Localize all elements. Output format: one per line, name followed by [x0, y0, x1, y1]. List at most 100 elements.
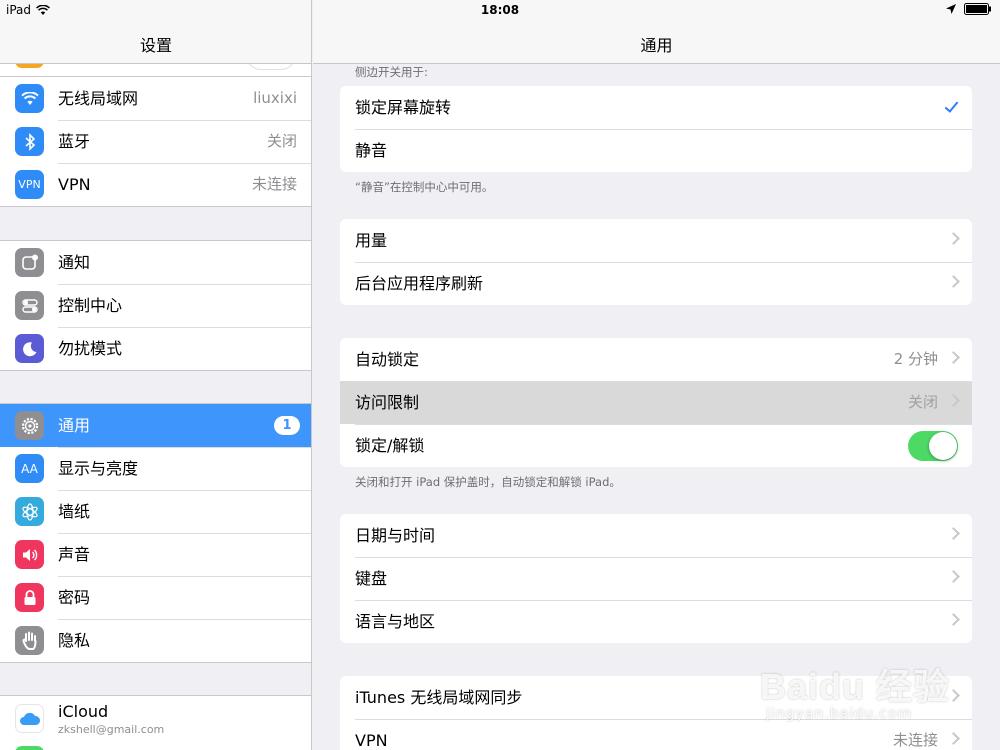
sidebar-item-icloud[interactable]: iCloud zkshell@gmail.com [0, 696, 311, 742]
sidebar-item-display-brightness[interactable]: AA 显示与亮度 [0, 447, 311, 490]
checkmark-icon [944, 98, 959, 113]
sidebar-item-label: VPN [58, 175, 91, 194]
row-label: 锁定屏幕旋转 [355, 98, 452, 117]
sidebar-group-icloud: iCloud zkshell@gmail.com [0, 695, 311, 750]
option-lock-rotation[interactable]: 锁定屏幕旋转 [340, 86, 972, 129]
sidebar-item-label: 通用 [58, 416, 91, 435]
hand-icon [15, 626, 44, 655]
sidebar-item-control-center[interactable]: 控制中心 [0, 284, 311, 327]
gear-icon [15, 411, 44, 440]
side-switch-header: 侧边开关用于: [355, 65, 428, 79]
sidebar-item-label: 隐私 [58, 631, 91, 650]
row-label: 访问限制 [355, 393, 420, 412]
sidebar-group-general: 通用 1 AA 显示与亮度 墙纸 声音 密码 隐私 [0, 403, 311, 663]
chevron-right-icon [947, 275, 960, 288]
usage-group: 用量 后台应用程序刷新 [340, 219, 972, 305]
notifications-icon [15, 248, 44, 277]
row-label: 锁定/解锁 [355, 436, 425, 455]
watermark-url: jingyan.baidu.com [766, 706, 913, 722]
sidebar-item-label: 控制中心 [58, 296, 123, 315]
sidebar-item-label: 声音 [58, 545, 91, 564]
option-mute[interactable]: 静音 [340, 129, 972, 172]
settings-sidebar: 设置 无线局域网 liuxixi 蓝牙 关闭 VPN VPN 未连接 通知 控制… [0, 0, 312, 750]
sidebar-item-label: 密码 [58, 588, 91, 607]
row-label: 键盘 [355, 569, 388, 588]
sidebar-item-value: liuxixi [253, 89, 297, 107]
row-background-refresh[interactable]: 后台应用程序刷新 [340, 262, 972, 305]
sidebar-item-label: 无线局域网 [58, 89, 139, 108]
row-label: 静音 [355, 141, 388, 160]
sidebar-item-vpn[interactable]: VPN VPN 未连接 [0, 163, 311, 206]
lock-icon [15, 583, 44, 612]
status-time: 18:08 [480, 3, 520, 17]
sidebar-item-sounds[interactable]: 声音 [0, 533, 311, 576]
row-label: 后台应用程序刷新 [355, 274, 484, 293]
vpn-icon: VPN [15, 170, 44, 199]
sidebar-item-passcode[interactable]: 密码 [0, 576, 311, 619]
sidebar-item-label: 通知 [58, 253, 91, 272]
row-label: 自动锁定 [355, 350, 420, 369]
sidebar-item-label: iCloud [58, 702, 109, 721]
status-bar: iPad 18:08 [0, 0, 1000, 22]
lock-unlock-toggle[interactable] [908, 431, 958, 461]
update-badge: 1 [274, 416, 300, 435]
sidebar-item-privacy[interactable]: 隐私 [0, 619, 311, 662]
lock-group: 自动锁定 2 分钟 访问限制 关闭 锁定/解锁 [340, 338, 972, 467]
watermark-brand: Baidu 经验 [760, 666, 951, 707]
sidebar-item-label: 蓝牙 [58, 132, 91, 151]
sidebar-item-general[interactable]: 通用 1 [0, 404, 311, 447]
next-item-icon [15, 746, 44, 750]
sidebar-item-label: 墙纸 [58, 502, 91, 521]
sidebar-item-notifications[interactable]: 通知 [0, 241, 311, 284]
sidebar-item-wallpaper[interactable]: 墙纸 [0, 490, 311, 533]
chevron-right-icon [947, 613, 960, 626]
row-value: 关闭 [907, 393, 938, 411]
detail-title: 通用 [640, 36, 673, 55]
row-label: 语言与地区 [355, 612, 436, 631]
control-center-icon [15, 291, 44, 320]
sidebar-item-wifi[interactable]: 无线局域网 liuxixi [0, 77, 311, 120]
side-switch-note: “静音”在控制中心中可用。 [355, 180, 494, 194]
row-auto-lock[interactable]: 自动锁定 2 分钟 [340, 338, 972, 381]
sidebar-item-value: 未连接 [251, 175, 297, 193]
row-label: 日期与时间 [355, 526, 436, 545]
sidebar-title: 设置 [139, 36, 172, 55]
row-usage[interactable]: 用量 [340, 219, 972, 262]
row-lock-unlock: 锁定/解锁 [340, 424, 972, 467]
chevron-right-icon [947, 232, 960, 245]
sidebar-item-bluetooth[interactable]: 蓝牙 关闭 [0, 120, 311, 163]
icloud-icon [15, 704, 44, 733]
moon-icon [15, 334, 44, 363]
location-arrow-icon [946, 4, 956, 14]
sidebar-item-label: 勿扰模式 [58, 339, 123, 358]
icloud-email: zkshell@gmail.com [58, 723, 165, 736]
locale-group: 日期与时间 键盘 语言与地区 [340, 514, 972, 643]
chevron-right-icon [947, 394, 960, 407]
side-switch-group: 锁定屏幕旋转 静音 [340, 86, 972, 172]
row-keyboard[interactable]: 键盘 [340, 557, 972, 600]
row-label: VPN [355, 731, 388, 750]
sidebar-item-do-not-disturb[interactable]: 勿扰模式 [0, 327, 311, 370]
speaker-icon [15, 540, 44, 569]
row-restrictions[interactable]: 访问限制 关闭 [340, 381, 972, 424]
lock-note: 关闭和打开 iPad 保护盖时，自动锁定和解锁 iPad。 [355, 475, 621, 489]
chevron-right-icon [947, 351, 960, 364]
row-label: iTunes 无线局域网同步 [355, 688, 523, 707]
row-date-time[interactable]: 日期与时间 [340, 514, 972, 557]
sidebar-group-notifications: 通知 控制中心 勿扰模式 [0, 240, 311, 371]
row-value: 2 分钟 [893, 350, 938, 368]
bluetooth-icon [15, 127, 44, 156]
sidebar-item-label: 显示与亮度 [58, 459, 139, 478]
baidu-watermark: Baidu 经验 jingyan.baidu.com [760, 648, 950, 738]
row-language-region[interactable]: 语言与地区 [340, 600, 972, 643]
battery-icon [964, 3, 991, 15]
brightness-icon: AA [15, 454, 44, 483]
wifi-icon [15, 84, 44, 113]
chevron-right-icon [947, 570, 960, 583]
general-detail-pane: 通用 侧边开关用于: 锁定屏幕旋转 静音 “静音”在控制中心中可用。 用量 后台… [313, 0, 1000, 750]
wallpaper-icon [15, 497, 44, 526]
toggle-knob [929, 432, 957, 460]
row-label: 用量 [355, 231, 388, 250]
sidebar-item-value: 关闭 [266, 132, 297, 150]
sidebar-group-connectivity: 无线局域网 liuxixi 蓝牙 关闭 VPN VPN 未连接 [0, 77, 311, 207]
